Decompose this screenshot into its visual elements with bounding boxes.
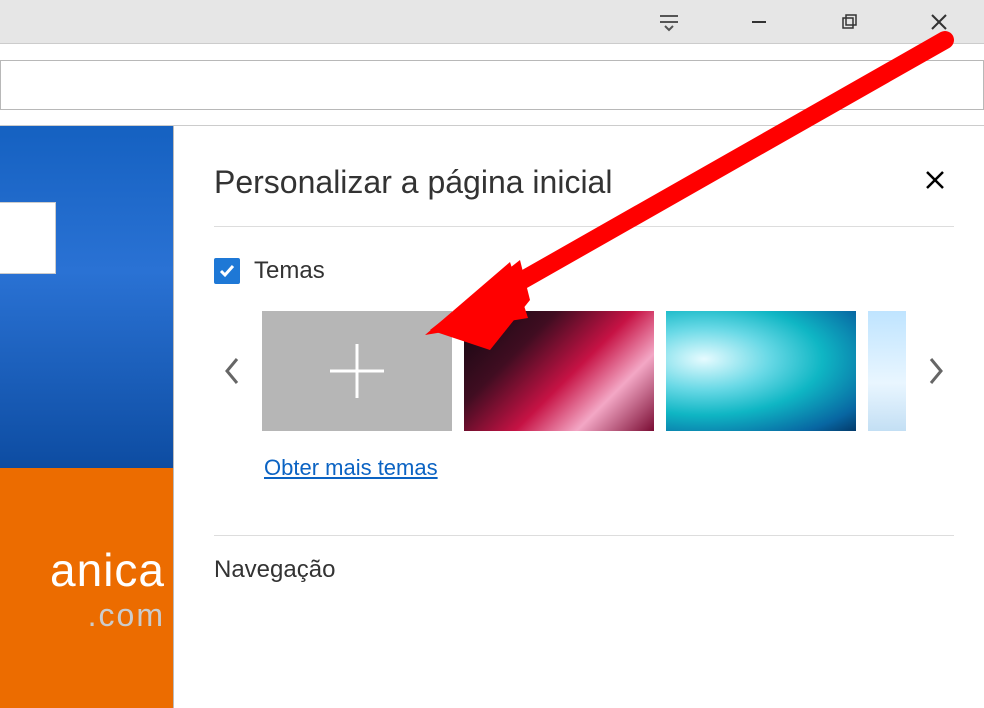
brand-domain: .com: [0, 597, 165, 634]
get-more-themes-link[interactable]: Obter mais temas: [264, 455, 438, 481]
add-theme-tile[interactable]: [262, 311, 452, 431]
close-icon: [924, 169, 946, 191]
panel-header: Personalizar a página inicial: [214, 162, 954, 227]
plus-icon: [322, 336, 392, 406]
minimize-button[interactable]: [714, 0, 804, 44]
close-icon: [929, 12, 949, 32]
content-area: anica .com Personalizar a página inicial…: [0, 126, 984, 708]
minimize-icon: [750, 13, 768, 31]
carousel-prev-button[interactable]: [214, 311, 250, 431]
navigation-label: Navegação: [214, 556, 954, 584]
homepage-tile: [0, 202, 56, 274]
maximize-icon: [840, 13, 858, 31]
themes-section-toggle: Temas: [214, 257, 954, 285]
brand-text: anica: [50, 543, 165, 597]
panel-title: Personalizar a página inicial: [214, 164, 612, 201]
theme-tile-3[interactable]: [868, 311, 906, 431]
address-bar-area: [0, 44, 984, 126]
address-input[interactable]: [0, 60, 984, 110]
themes-checkbox[interactable]: [214, 258, 240, 284]
theme-tile-2[interactable]: [666, 311, 856, 431]
check-icon: [218, 262, 236, 280]
window-close-button[interactable]: [894, 0, 984, 44]
chevron-left-icon: [223, 356, 241, 386]
carousel-next-button[interactable]: [918, 311, 954, 431]
chevron-right-icon: [927, 356, 945, 386]
window-titlebar: [0, 0, 984, 44]
panel-close-button[interactable]: [916, 162, 954, 202]
themes-carousel: [214, 311, 954, 431]
homepage-background: anica .com: [0, 126, 174, 708]
navigation-section: Navegação: [214, 535, 954, 584]
hub-icon: [657, 12, 681, 32]
themes-label: Temas: [254, 257, 325, 285]
theme-tile-1[interactable]: [464, 311, 654, 431]
hub-button[interactable]: [624, 0, 714, 44]
customize-panel: Personalizar a página inicial Temas: [174, 126, 984, 708]
maximize-button[interactable]: [804, 0, 894, 44]
homepage-brand-block: anica .com: [0, 468, 173, 708]
